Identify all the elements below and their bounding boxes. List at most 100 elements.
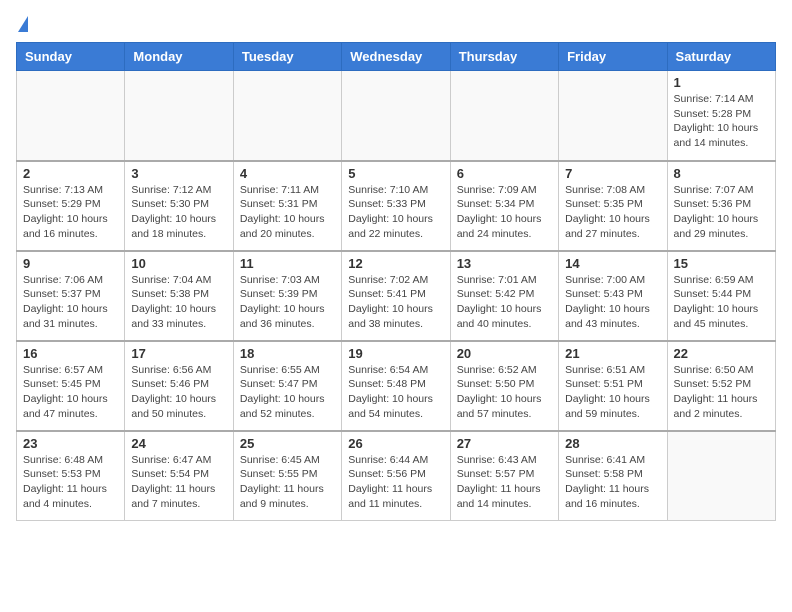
calendar-week-4: 16 Sunrise: 6:57 AM Sunset: 5:45 PM Dayli… [17,341,776,431]
calendar-day: 24 Sunrise: 6:47 AM Sunset: 5:54 PM Dayli… [125,431,233,521]
day-header-friday: Friday [559,43,667,71]
day-info: Sunrise: 7:04 AM Sunset: 5:38 PM Dayligh… [131,273,226,332]
day-info: Sunrise: 6:50 AM Sunset: 5:52 PM Dayligh… [674,363,769,422]
day-info: Sunrise: 6:48 AM Sunset: 5:53 PM Dayligh… [23,453,118,512]
page-header [16,16,776,32]
calendar-day: 15 Sunrise: 6:59 AM Sunset: 5:44 PM Dayli… [667,251,775,341]
day-number: 19 [348,346,443,361]
day-number: 16 [23,346,118,361]
day-info: Sunrise: 7:03 AM Sunset: 5:39 PM Dayligh… [240,273,335,332]
day-number: 12 [348,256,443,271]
day-number: 23 [23,436,118,451]
day-header-wednesday: Wednesday [342,43,450,71]
day-number: 27 [457,436,552,451]
day-info: Sunrise: 7:00 AM Sunset: 5:43 PM Dayligh… [565,273,660,332]
day-number: 21 [565,346,660,361]
calendar-week-1: 1Sunrise: 7:14 AM Sunset: 5:28 PM Daylig… [17,71,776,161]
calendar-day: 14 Sunrise: 7:00 AM Sunset: 5:43 PM Dayli… [559,251,667,341]
day-info: Sunrise: 6:41 AM Sunset: 5:58 PM Dayligh… [565,453,660,512]
day-info: Sunrise: 7:06 AM Sunset: 5:37 PM Dayligh… [23,273,118,332]
calendar-day: 18 Sunrise: 6:55 AM Sunset: 5:47 PM Dayli… [233,341,341,431]
calendar-day [125,71,233,161]
calendar-day: 7Sunrise: 7:08 AM Sunset: 5:35 PM Daylig… [559,161,667,251]
calendar-day [559,71,667,161]
calendar-day: 11 Sunrise: 7:03 AM Sunset: 5:39 PM Dayli… [233,251,341,341]
day-info: Sunrise: 6:47 AM Sunset: 5:54 PM Dayligh… [131,453,226,512]
calendar-day: 28 Sunrise: 6:41 AM Sunset: 5:58 PM Dayli… [559,431,667,521]
day-number: 6 [457,166,552,181]
calendar-day: 3 Sunrise: 7:12 AM Sunset: 5:30 PM Daylig… [125,161,233,251]
day-info: Sunrise: 7:11 AM Sunset: 5:31 PM Dayligh… [240,183,335,242]
day-header-monday: Monday [125,43,233,71]
calendar-day [450,71,558,161]
day-number: 13 [457,256,552,271]
day-number: 9 [23,256,118,271]
day-number: 14 [565,256,660,271]
day-number: 3 [131,166,226,181]
day-info: Sunrise: 7:08 AM Sunset: 5:35 PM Dayligh… [565,183,660,242]
day-info: Sunrise: 7:10 AM Sunset: 5:33 PM Dayligh… [348,183,443,242]
calendar-day: 17 Sunrise: 6:56 AM Sunset: 5:46 PM Dayli… [125,341,233,431]
calendar-day: 13 Sunrise: 7:01 AM Sunset: 5:42 PM Dayli… [450,251,558,341]
day-number: 2 [23,166,118,181]
calendar-day [667,431,775,521]
day-header-sunday: Sunday [17,43,125,71]
day-info: Sunrise: 6:57 AM Sunset: 5:45 PM Dayligh… [23,363,118,422]
calendar-day [233,71,341,161]
day-number: 24 [131,436,226,451]
calendar-day [17,71,125,161]
day-info: Sunrise: 7:02 AM Sunset: 5:41 PM Dayligh… [348,273,443,332]
day-number: 25 [240,436,335,451]
day-info: Sunrise: 7:09 AM Sunset: 5:34 PM Dayligh… [457,183,552,242]
day-number: 22 [674,346,769,361]
logo [16,16,28,32]
calendar: SundayMondayTuesdayWednesdayThursdayFrid… [16,42,776,521]
calendar-day: 23 Sunrise: 6:48 AM Sunset: 5:53 PM Dayli… [17,431,125,521]
calendar-day: 4 Sunrise: 7:11 AM Sunset: 5:31 PM Daylig… [233,161,341,251]
calendar-day: 26 Sunrise: 6:44 AM Sunset: 5:56 PM Dayli… [342,431,450,521]
calendar-week-3: 9 Sunrise: 7:06 AM Sunset: 5:37 PM Daylig… [17,251,776,341]
day-number: 18 [240,346,335,361]
day-info: Sunrise: 6:44 AM Sunset: 5:56 PM Dayligh… [348,453,443,512]
calendar-day: 21 Sunrise: 6:51 AM Sunset: 5:51 PM Dayli… [559,341,667,431]
day-info: Sunrise: 7:12 AM Sunset: 5:30 PM Dayligh… [131,183,226,242]
day-info: Sunrise: 6:54 AM Sunset: 5:48 PM Dayligh… [348,363,443,422]
calendar-week-2: 2 Sunrise: 7:13 AM Sunset: 5:29 PM Daylig… [17,161,776,251]
calendar-day: 1Sunrise: 7:14 AM Sunset: 5:28 PM Daylig… [667,71,775,161]
day-number: 26 [348,436,443,451]
day-info: Sunrise: 6:59 AM Sunset: 5:44 PM Dayligh… [674,273,769,332]
calendar-day: 27Sunrise: 6:43 AM Sunset: 5:57 PM Dayli… [450,431,558,521]
day-info: Sunrise: 6:52 AM Sunset: 5:50 PM Dayligh… [457,363,552,422]
day-number: 5 [348,166,443,181]
logo-icon [18,16,28,32]
day-info: Sunrise: 6:45 AM Sunset: 5:55 PM Dayligh… [240,453,335,512]
day-header-thursday: Thursday [450,43,558,71]
day-header-saturday: Saturday [667,43,775,71]
day-number: 8 [674,166,769,181]
day-info: Sunrise: 7:14 AM Sunset: 5:28 PM Dayligh… [674,92,769,151]
day-number: 28 [565,436,660,451]
calendar-day: 10 Sunrise: 7:04 AM Sunset: 5:38 PM Dayli… [125,251,233,341]
day-info: Sunrise: 6:56 AM Sunset: 5:46 PM Dayligh… [131,363,226,422]
calendar-week-5: 23 Sunrise: 6:48 AM Sunset: 5:53 PM Dayli… [17,431,776,521]
day-number: 4 [240,166,335,181]
day-number: 10 [131,256,226,271]
calendar-day [342,71,450,161]
day-number: 17 [131,346,226,361]
calendar-day: 19 Sunrise: 6:54 AM Sunset: 5:48 PM Dayli… [342,341,450,431]
day-number: 11 [240,256,335,271]
calendar-day: 6 Sunrise: 7:09 AM Sunset: 5:34 PM Daylig… [450,161,558,251]
day-info: Sunrise: 7:01 AM Sunset: 5:42 PM Dayligh… [457,273,552,332]
day-number: 20 [457,346,552,361]
calendar-day: 8 Sunrise: 7:07 AM Sunset: 5:36 PM Daylig… [667,161,775,251]
calendar-day: 22 Sunrise: 6:50 AM Sunset: 5:52 PM Dayli… [667,341,775,431]
day-number: 15 [674,256,769,271]
day-info: Sunrise: 7:07 AM Sunset: 5:36 PM Dayligh… [674,183,769,242]
calendar-day: 25 Sunrise: 6:45 AM Sunset: 5:55 PM Dayli… [233,431,341,521]
day-info: Sunrise: 6:51 AM Sunset: 5:51 PM Dayligh… [565,363,660,422]
day-info: Sunrise: 6:55 AM Sunset: 5:47 PM Dayligh… [240,363,335,422]
calendar-day: 9 Sunrise: 7:06 AM Sunset: 5:37 PM Daylig… [17,251,125,341]
calendar-header-row: SundayMondayTuesdayWednesdayThursdayFrid… [17,43,776,71]
day-info: Sunrise: 7:13 AM Sunset: 5:29 PM Dayligh… [23,183,118,242]
calendar-day: 5 Sunrise: 7:10 AM Sunset: 5:33 PM Daylig… [342,161,450,251]
